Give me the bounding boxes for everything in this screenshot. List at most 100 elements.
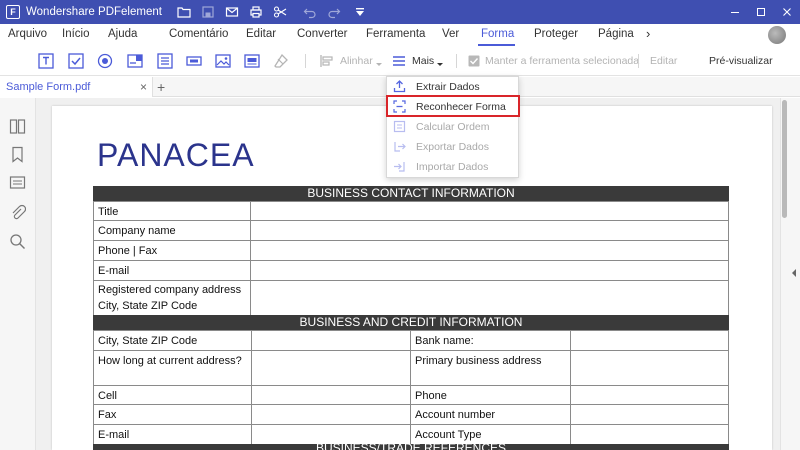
more-button[interactable]: Mais bbox=[412, 55, 434, 67]
maximize-button[interactable] bbox=[748, 0, 774, 24]
undo-icon[interactable] bbox=[302, 4, 318, 20]
form-field[interactable] bbox=[251, 404, 411, 425]
ribbon-separator bbox=[456, 54, 457, 68]
save-icon[interactable] bbox=[200, 4, 216, 20]
menu-proteger[interactable]: Proteger bbox=[534, 28, 578, 40]
align-icon[interactable] bbox=[319, 53, 335, 69]
menu-item-calculate-order[interactable]: Calcular Ordem bbox=[387, 117, 520, 137]
menu-item-label: Extrair Dados bbox=[416, 81, 480, 93]
form-field[interactable] bbox=[570, 385, 729, 405]
section-header: BUSINESS AND CREDIT INFORMATION bbox=[93, 315, 729, 330]
minimize-button[interactable] bbox=[722, 0, 748, 24]
menu-arquivo[interactable]: Arquivo bbox=[8, 28, 47, 40]
app-title: Wondershare PDFelement bbox=[26, 6, 162, 18]
open-folder-icon[interactable] bbox=[176, 4, 192, 20]
import-data-icon bbox=[393, 160, 406, 173]
close-button[interactable] bbox=[774, 0, 800, 24]
form-field[interactable] bbox=[250, 220, 729, 241]
search-icon[interactable] bbox=[9, 233, 26, 250]
radio-button-icon[interactable] bbox=[97, 53, 113, 69]
form-label: Phone | Fax bbox=[93, 240, 251, 261]
text-field-icon[interactable] bbox=[38, 53, 54, 69]
document-tab[interactable]: Sample Form.pdf × bbox=[0, 77, 153, 97]
combo-box-icon[interactable] bbox=[127, 53, 143, 69]
form-label: E-mail bbox=[93, 260, 251, 281]
email-icon[interactable] bbox=[224, 4, 240, 20]
form-field[interactable] bbox=[250, 260, 729, 281]
section-header: BUSINESS/TRADE REFERENCES bbox=[93, 444, 729, 450]
menu-bar: Arquivo Início Ajuda Comentário Editar C… bbox=[0, 24, 800, 46]
form-field[interactable] bbox=[251, 385, 411, 405]
left-sidebar bbox=[0, 98, 36, 450]
form-field[interactable] bbox=[570, 404, 729, 425]
extract-data-icon bbox=[393, 80, 406, 93]
form-field[interactable] bbox=[250, 201, 729, 221]
menu-item-label: Importar Dados bbox=[416, 161, 489, 173]
form-field[interactable] bbox=[570, 330, 729, 351]
more-dropdown-arrow-icon[interactable] bbox=[437, 63, 443, 66]
add-tab-icon[interactable]: + bbox=[157, 79, 165, 95]
document-tab-label[interactable]: Sample Form.pdf bbox=[6, 81, 90, 93]
form-label: City, State ZIP Code bbox=[93, 330, 252, 351]
thumbnails-icon[interactable] bbox=[9, 118, 26, 135]
form-label: Registered company address City, State Z… bbox=[93, 280, 251, 316]
form-field[interactable] bbox=[251, 350, 411, 386]
menu-ajuda[interactable]: Ajuda bbox=[108, 28, 137, 40]
form-field[interactable] bbox=[250, 240, 729, 261]
close-tab-icon[interactable]: × bbox=[140, 80, 147, 94]
ribbon-separator bbox=[638, 54, 639, 68]
image-field-icon[interactable] bbox=[215, 53, 231, 69]
menu-ferramenta[interactable]: Ferramenta bbox=[366, 28, 425, 40]
company-brand: PANACEA bbox=[97, 137, 255, 173]
menu-inicio[interactable]: Início bbox=[62, 28, 90, 40]
menu-item-extract-data[interactable]: Extrair Dados bbox=[387, 77, 520, 97]
eraser-icon[interactable] bbox=[273, 53, 289, 69]
menu-forma[interactable]: Forma bbox=[481, 28, 514, 40]
section-header: BUSINESS CONTACT INFORMATION bbox=[93, 186, 729, 201]
align-label[interactable]: Alinhar bbox=[340, 55, 373, 67]
keep-tool-label: Manter a ferramenta selecionada bbox=[485, 55, 640, 67]
form-label: Account number bbox=[410, 404, 571, 425]
form-field[interactable] bbox=[570, 350, 729, 386]
menu-item-import-data[interactable]: Importar Dados bbox=[387, 157, 520, 177]
form-ribbon: Alinhar Mais Manter a ferramenta selecio… bbox=[0, 46, 800, 112]
customize-toolbar-icon[interactable] bbox=[352, 4, 368, 20]
list-box-icon[interactable] bbox=[157, 53, 173, 69]
print-icon[interactable] bbox=[248, 4, 264, 20]
form-field[interactable] bbox=[250, 280, 729, 316]
checkbox-icon[interactable] bbox=[68, 53, 84, 69]
form-label: Bank name: bbox=[410, 330, 571, 351]
form-label: Primary business address bbox=[410, 350, 571, 386]
avatar[interactable] bbox=[768, 26, 786, 44]
recognize-form-highlight bbox=[386, 95, 520, 117]
form-label: E-mail bbox=[93, 424, 252, 445]
signature-field-icon[interactable] bbox=[244, 53, 260, 69]
bookmark-icon[interactable] bbox=[9, 146, 26, 163]
menu-item-export-data[interactable]: Exportar Dados bbox=[387, 137, 520, 157]
form-field[interactable] bbox=[251, 330, 411, 351]
form-label: Account Type bbox=[410, 424, 571, 445]
ribbon-separator bbox=[305, 54, 306, 68]
form-label: Fax bbox=[93, 404, 252, 425]
menu-comentario[interactable]: Comentário bbox=[169, 28, 228, 40]
redo-icon[interactable] bbox=[326, 4, 342, 20]
app-logo-icon: F bbox=[6, 5, 20, 19]
menu-pagina[interactable]: Página bbox=[598, 28, 634, 40]
scissors-icon[interactable] bbox=[272, 4, 288, 20]
form-field[interactable] bbox=[570, 424, 729, 445]
form-field[interactable] bbox=[251, 424, 411, 445]
keep-tool-checkbox[interactable] bbox=[468, 55, 480, 67]
menu-more-chevron-icon[interactable]: › bbox=[646, 26, 650, 41]
menu-ver[interactable]: Ver bbox=[442, 28, 459, 40]
form-label: Phone bbox=[410, 385, 571, 405]
menu-editar[interactable]: Editar bbox=[246, 28, 276, 40]
align-dropdown-arrow-icon[interactable] bbox=[376, 63, 382, 66]
button-field-icon[interactable] bbox=[186, 53, 202, 69]
expand-right-panel-icon[interactable] bbox=[791, 268, 797, 280]
more-menu-icon[interactable] bbox=[391, 53, 407, 69]
edit-mode-label: Editar bbox=[650, 55, 678, 67]
comments-icon[interactable] bbox=[9, 175, 26, 192]
menu-converter[interactable]: Converter bbox=[297, 28, 348, 40]
vertical-scrollbar[interactable] bbox=[782, 100, 787, 218]
attachment-icon[interactable] bbox=[9, 204, 27, 221]
